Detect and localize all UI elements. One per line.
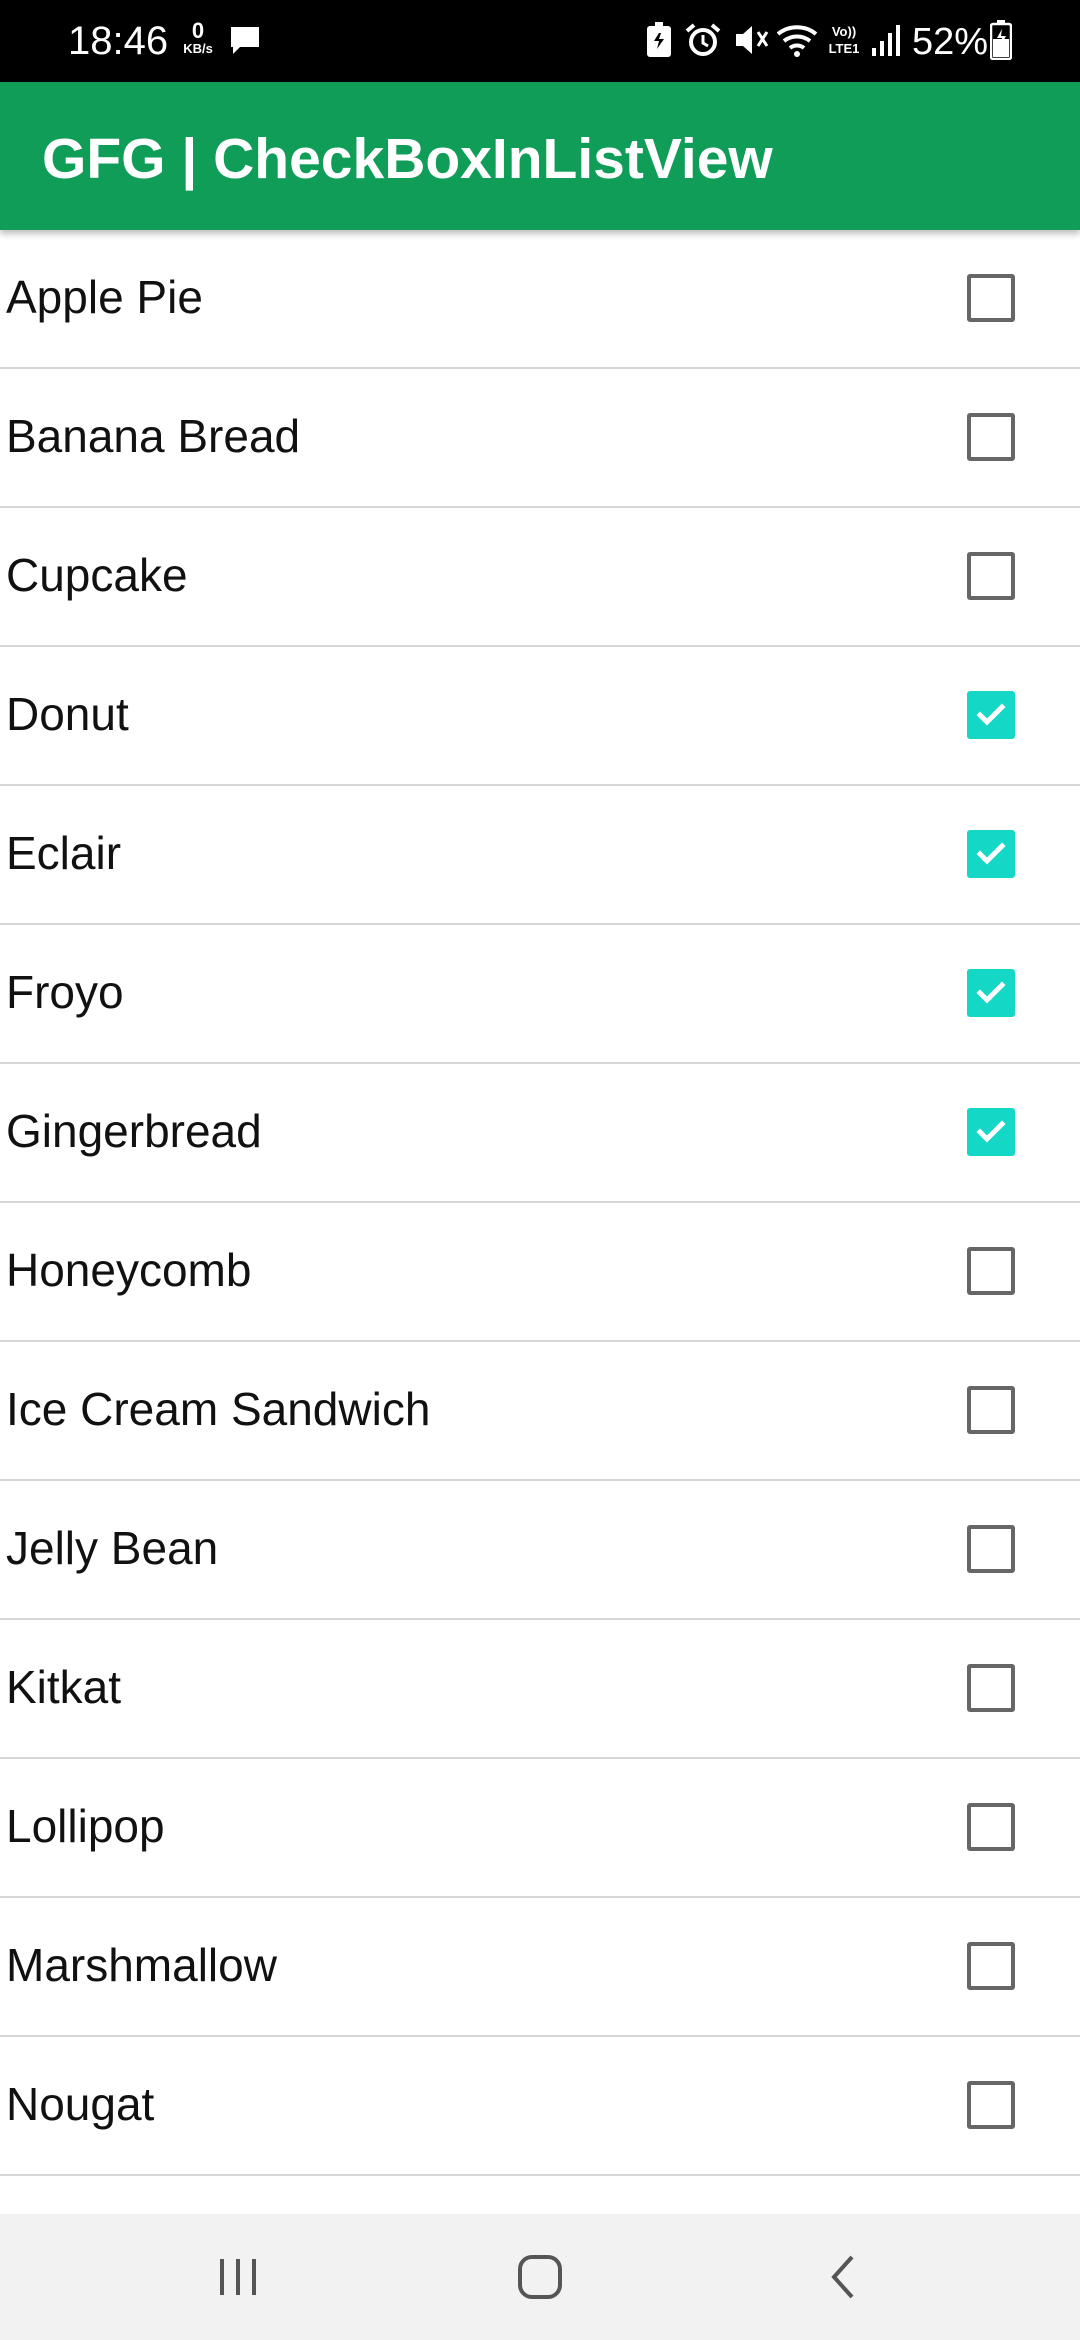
network-speed-value: 0 (191, 18, 205, 43)
home-icon[interactable] (480, 2247, 600, 2307)
list-item-checkbox[interactable] (967, 1386, 1015, 1434)
list-item-checkbox[interactable] (967, 969, 1015, 1017)
list-item[interactable]: Kitkat (0, 1620, 1080, 1759)
list-item[interactable]: Banana Bread (0, 369, 1080, 508)
svg-text:Vo)): Vo)) (832, 24, 856, 39)
list-item-checkbox[interactable] (967, 691, 1015, 739)
list-item-checkbox[interactable] (967, 1664, 1015, 1712)
list-item[interactable]: Nougat (0, 2037, 1080, 2176)
app-bar: GFG | CheckBoxInListView (0, 82, 1080, 230)
list-item-checkbox[interactable] (967, 830, 1015, 878)
list-item-label: Lollipop (6, 1800, 165, 1852)
list-item-label: Eclair (6, 827, 122, 879)
network-speed-unit: KB/s (183, 41, 213, 56)
check-icon (976, 981, 1006, 1004)
svg-text:LTE1: LTE1 (829, 41, 860, 56)
list-item-checkbox[interactable] (967, 552, 1015, 600)
battery-saver-icon (647, 22, 671, 57)
check-icon (976, 703, 1006, 726)
list-item-label: Jelly Bean (6, 1522, 219, 1574)
list-item[interactable]: Marshmallow (0, 1898, 1080, 2037)
list-item[interactable]: Honeycomb (0, 1203, 1080, 1342)
wifi-icon (776, 25, 818, 57)
list-item-label: Donut (6, 688, 129, 740)
list-item-label: Marshmallow (6, 1939, 277, 1991)
list-item-checkbox[interactable] (967, 274, 1015, 322)
list-item[interactable]: Apple Pie (0, 230, 1080, 369)
list-item-label: Apple Pie (6, 271, 203, 323)
list-item[interactable]: Froyo (0, 925, 1080, 1064)
list-item[interactable]: Lollipop (0, 1759, 1080, 1898)
list-item-label: Froyo (6, 966, 124, 1018)
battery-percentage: 52% (912, 21, 989, 63)
list-item-checkbox[interactable] (967, 1525, 1015, 1573)
list-item[interactable]: Donut (0, 647, 1080, 786)
list-item-checkbox[interactable] (967, 2081, 1015, 2129)
status-bar: 18:46 0 KB/s Vo)) LTE1 52% (0, 0, 1080, 82)
list-item-label: Ice Cream Sandwich (6, 1383, 431, 1435)
check-icon (976, 842, 1006, 865)
status-time: 18:46 (68, 19, 169, 63)
checkbox-list: Apple Pie Banana Bread Cupcake Donut Ecl… (0, 230, 1080, 2214)
network-speed: 0 KB/s (176, 18, 220, 56)
list-item-checkbox[interactable] (967, 413, 1015, 461)
message-icon (231, 27, 259, 54)
navigation-bar (0, 2214, 1080, 2340)
signal-icon (872, 25, 900, 56)
list-item[interactable]: Cupcake (0, 508, 1080, 647)
check-icon (976, 1120, 1006, 1143)
app-title: GFG | CheckBoxInListView (42, 127, 773, 191)
list-item-label: Gingerbread (6, 1105, 262, 1157)
list-item[interactable]: Ice Cream Sandwich (0, 1342, 1080, 1481)
list-item[interactable]: Gingerbread (0, 1064, 1080, 1203)
volte-icon: Vo)) LTE1 (829, 24, 860, 56)
list-item-label: Nougat (6, 2078, 155, 2130)
mute-icon (736, 26, 769, 54)
alarm-icon (685, 23, 721, 56)
list-item[interactable]: Eclair (0, 786, 1080, 925)
list-item-checkbox[interactable] (967, 1942, 1015, 1990)
battery-icon (990, 20, 1012, 60)
list-item-label: Banana Bread (6, 410, 301, 462)
recent-apps-icon[interactable] (178, 2247, 298, 2307)
back-icon[interactable] (782, 2247, 902, 2307)
list-item-checkbox[interactable] (967, 1108, 1015, 1156)
list-item-label: Cupcake (6, 549, 188, 601)
list-item-checkbox[interactable] (967, 1803, 1015, 1851)
list-item[interactable]: Jelly Bean (0, 1481, 1080, 1620)
list-item-label: Kitkat (6, 1661, 122, 1713)
list-item-checkbox[interactable] (967, 1247, 1015, 1295)
list-item-label: Honeycomb (6, 1244, 252, 1296)
